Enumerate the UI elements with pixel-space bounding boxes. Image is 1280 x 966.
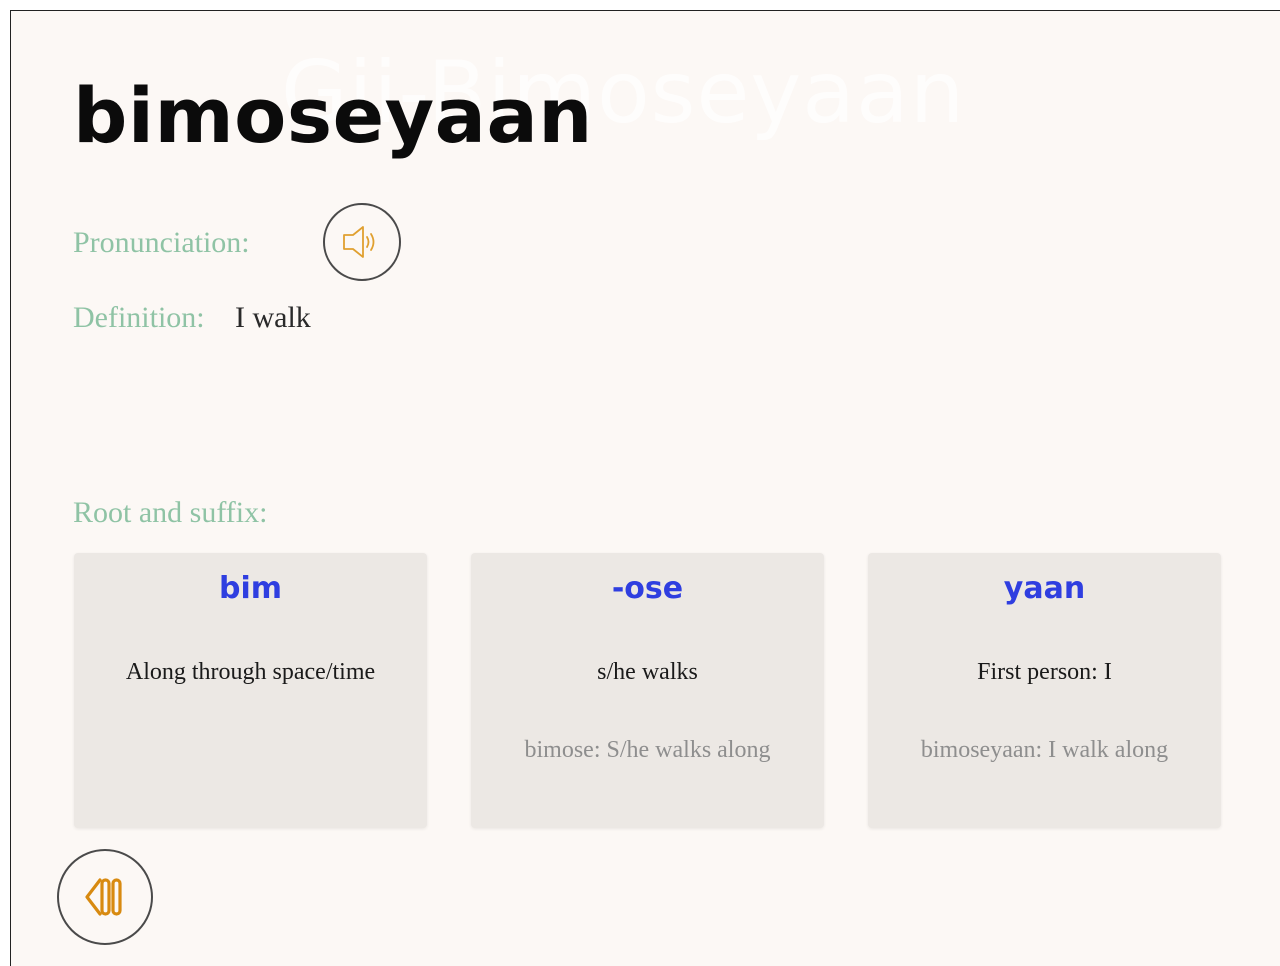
morpheme-card: -ose s/he walks bimose: S/he walks along: [471, 553, 824, 828]
morpheme-title: bim: [218, 571, 283, 606]
morpheme-meaning: First person: I: [977, 659, 1112, 685]
morpheme-meaning: Along through space/time: [125, 659, 376, 685]
rewind-icon: [85, 878, 122, 916]
page-title: bimoseyaan: [73, 71, 593, 160]
morpheme-title: yaan: [1003, 571, 1086, 606]
morpheme-card: yaan First person: I bimoseyaan: I walk …: [868, 553, 1221, 828]
lesson-page: Gii-Bimoseyaan bimoseyaan Pronunciation:…: [10, 10, 1280, 966]
definition-label: Definition:: [73, 301, 205, 334]
morpheme-title: -ose: [611, 571, 684, 606]
play-pronunciation-button[interactable]: [323, 203, 401, 281]
root-suffix-label: Root and suffix:: [73, 496, 268, 529]
morpheme-example: bimoseyaan: I walk along: [920, 737, 1169, 763]
morpheme-card: bim Along through space/time: [74, 553, 427, 828]
speaker-icon: [343, 226, 375, 258]
back-button[interactable]: [57, 849, 153, 945]
definition-value: I walk: [235, 301, 311, 334]
morpheme-meaning: s/he walks: [597, 659, 698, 685]
morpheme-example: bimose: S/he walks along: [524, 737, 771, 763]
pronunciation-label: Pronunciation:: [73, 226, 250, 259]
